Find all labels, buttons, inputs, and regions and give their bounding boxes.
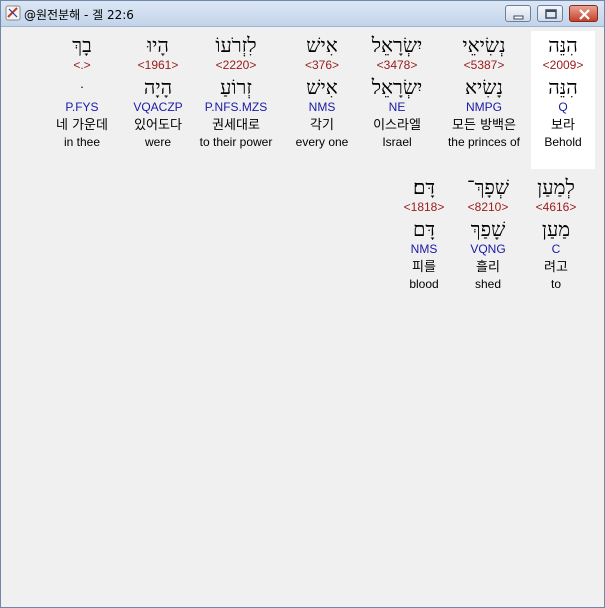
interlinear-app-icon [5,5,21,21]
english-gloss: blood [409,277,439,291]
hebrew-root: זְרוֹעַ [220,75,252,99]
word-cell[interactable]: לִזְרֹעוֹ <2220> זְרוֹעַ P.NFS.MZS 권세대로 … [192,32,280,150]
hebrew-word: נְשִׂיאֵי [462,33,506,57]
hebrew-root: ּ [38,74,126,100]
strong-number[interactable]: <.> [38,58,126,74]
close-button[interactable] [569,5,598,22]
word-cell[interactable]: יִשְׂרָאֵל <3478> יִשְׂרָאֵל NE 이스라엘 Isr… [353,32,441,150]
korean-gloss: 각기 [310,118,334,133]
korean-gloss: 있어도다 [134,118,182,133]
hebrew-root: דָּם [412,217,436,241]
english-gloss: in thee [63,135,101,149]
korean-gloss: 권세대로 [212,118,260,133]
strong-number[interactable]: <376> [278,58,366,74]
hebrew-word: אִישׁ [306,33,338,57]
hebrew-root: הָיָה [143,75,173,99]
window-title: @원전분해 - 겔 22:6 [24,8,134,22]
strong-number[interactable]: <3478> [353,58,441,74]
strong-number[interactable]: <2220> [192,58,280,74]
korean-gloss: 모든 방백은 [452,118,516,133]
word-cell[interactable]: נְשִׂיאֵי <5387> נָשִׂיא NMPG 모든 방백은 the… [440,32,528,150]
interlinear-view[interactable]: הִנֵּה <2009> הִנֵּה Q 보라 Behold נְשִׂיא… [6,28,601,604]
strong-number[interactable]: <2009> [519,58,605,74]
hebrew-root: אִישׁ [306,75,338,99]
parsing-code: VQACZP [133,100,183,114]
korean-gloss: 피를 [412,260,436,275]
hebrew-word: דָּם׃ [412,175,436,199]
parsing-code: NMS [308,100,336,114]
app-window: @원전분해 - 겔 22:6 הִנֵּה <2009> הִנֵּה Q 보라… [0,0,605,608]
strong-number[interactable]: <1818> [380,200,468,216]
hebrew-word: לִזְרֹעוֹ [215,33,257,57]
maximize-icon [545,9,557,19]
hebrew-word: הָיוּ [147,33,169,57]
english-gloss: to their power [199,135,273,149]
minimize-button[interactable] [505,5,531,22]
close-icon [579,9,590,20]
hebrew-root: יִשְׂרָאֵל [371,75,423,99]
english-gloss: the princes of [447,135,521,149]
parsing-code: NMPG [466,100,502,114]
minimize-icon [513,15,524,20]
english-gloss: every one [295,135,349,149]
english-gloss: were [144,135,171,149]
title-bar[interactable]: @원전분해 - 겔 22:6 [1,1,604,27]
parsing-code: NE [388,100,406,114]
korean-gloss: 이스라엘 [373,118,421,133]
parsing-code: P.NFS.MZS [204,100,268,114]
word-cell[interactable]: אִישׁ <376> אִישׁ NMS 각기 every one [278,32,366,150]
strong-number[interactable]: <1961> [114,58,202,74]
hebrew-word: יִשְׂרָאֵל [371,33,423,57]
hebrew-root: הִנֵּה [548,75,578,99]
korean-gloss: 네 가운데 [56,118,108,133]
hebrew-word: בָךְ [72,33,92,57]
word-cell[interactable]: דָּם׃ <1818> דָּם NMS 피를 blood [380,174,468,292]
english-gloss: Behold [544,135,582,149]
hebrew-root: נָשִׂיא [465,75,503,99]
word-cell[interactable]: בָךְ <.> ּ P.FYS 네 가운데 in thee [38,32,126,150]
maximize-button[interactable] [537,5,563,22]
word-cell[interactable]: הָיוּ <1961> הָיָה VQACZP 있어도다 were [114,32,202,150]
parsing-code: Q [558,100,568,114]
hebrew-word: הִנֵּה [548,33,578,57]
parsing-code: P.FYS [65,100,99,114]
parsing-code: NMS [410,242,438,256]
word-cell[interactable]: הִנֵּה <2009> הִנֵּה Q 보라 Behold [519,32,605,150]
korean-gloss: 보라 [551,118,575,133]
strong-number[interactable]: <5387> [440,58,528,74]
english-gloss: Israel [382,135,412,149]
